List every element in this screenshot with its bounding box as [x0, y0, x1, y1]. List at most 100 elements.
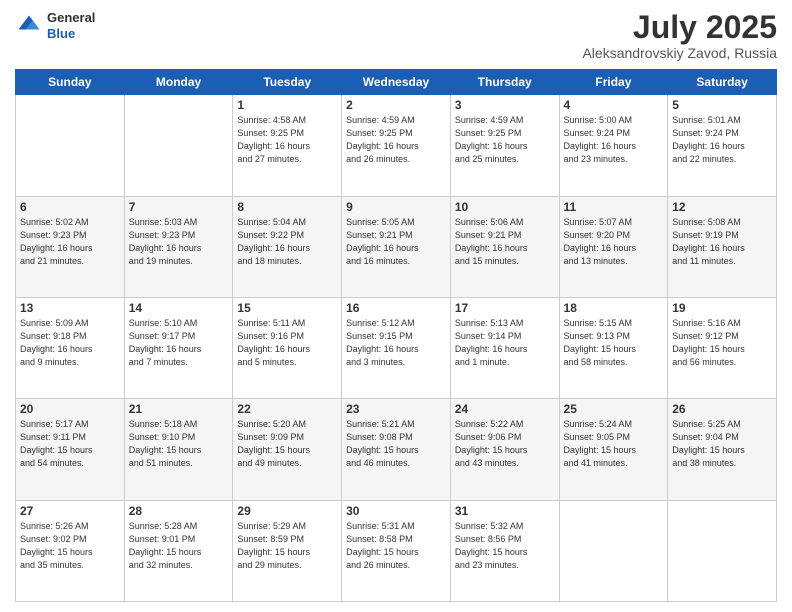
- logo-icon: [15, 12, 43, 40]
- calendar-week-1: 6Sunrise: 5:02 AM Sunset: 9:23 PM Daylig…: [16, 196, 777, 297]
- day-info: Sunrise: 5:08 AM Sunset: 9:19 PM Dayligh…: [672, 216, 772, 268]
- calendar-cell: 7 Sunrise: 5:03 AM Sunset: 9:23 PM Daylig…: [124, 196, 233, 297]
- day-number: 31: [455, 504, 555, 518]
- calendar-cell: 2 Sunrise: 4:59 AM Sunset: 9:25 PM Daylig…: [342, 95, 451, 196]
- day-number: 10: [455, 200, 555, 214]
- day-number: 18: [564, 301, 664, 315]
- calendar-week-4: 27 Sunrise: 5:26 AM Sunset: 9:02 PM Dayli…: [16, 500, 777, 601]
- calendar-week-2: 13 Sunrise: 5:09 AM Sunset: 9:18 PM Dayli…: [16, 297, 777, 398]
- header-saturday: Saturday: [668, 70, 777, 95]
- day-info: Sunrise: 5:02 AM Sunset: 9:23 PM Dayligh…: [20, 216, 120, 268]
- header-sunday: Sunday: [16, 70, 125, 95]
- day-info: Sunrise: 5:17 AM Sunset: 9:11 PM Dayligh…: [20, 418, 120, 470]
- calendar-cell: 24 Sunrise: 5:22 AM Sunset: 9:06 PM Dayli…: [450, 399, 559, 500]
- calendar-cell: 29 Sunrise: 5:29 AM Sunset: 8:59 PM Dayli…: [233, 500, 342, 601]
- header-monday: Monday: [124, 70, 233, 95]
- calendar-cell: [559, 500, 668, 601]
- calendar-week-3: 20 Sunrise: 5:17 AM Sunset: 9:11 PM Dayli…: [16, 399, 777, 500]
- calendar-cell: 23Sunrise: 5:21 AM Sunset: 9:08 PM Dayli…: [342, 399, 451, 500]
- calendar-cell: 26 Sunrise: 5:25 AM Sunset: 9:04 PM Dayli…: [668, 399, 777, 500]
- calendar-cell: 11Sunrise: 5:07 AM Sunset: 9:20 PM Dayli…: [559, 196, 668, 297]
- calendar-cell: 18Sunrise: 5:15 AM Sunset: 9:13 PM Dayli…: [559, 297, 668, 398]
- calendar-cell: 15 Sunrise: 5:11 AM Sunset: 9:16 PM Dayli…: [233, 297, 342, 398]
- day-info: Sunrise: 5:29 AM Sunset: 8:59 PM Dayligh…: [237, 520, 337, 572]
- day-info: Sunrise: 5:16 AM Sunset: 9:12 PM Dayligh…: [672, 317, 772, 369]
- header-tuesday: Tuesday: [233, 70, 342, 95]
- title-location: Aleksandrovskiy Zavod, Russia: [582, 45, 777, 61]
- day-number: 13: [20, 301, 120, 315]
- calendar-cell: 6Sunrise: 5:02 AM Sunset: 9:23 PM Daylig…: [16, 196, 125, 297]
- day-info: Sunrise: 5:10 AM Sunset: 9:17 PM Dayligh…: [129, 317, 229, 369]
- day-number: 27: [20, 504, 120, 518]
- day-info: Sunrise: 5:00 AM Sunset: 9:24 PM Dayligh…: [564, 114, 664, 166]
- day-info: Sunrise: 5:31 AM Sunset: 8:58 PM Dayligh…: [346, 520, 446, 572]
- logo-blue-text: Blue: [47, 26, 95, 42]
- day-number: 4: [564, 98, 664, 112]
- calendar-cell: 25Sunrise: 5:24 AM Sunset: 9:05 PM Dayli…: [559, 399, 668, 500]
- day-number: 25: [564, 402, 664, 416]
- day-number: 2: [346, 98, 446, 112]
- day-number: 17: [455, 301, 555, 315]
- calendar-cell: 3 Sunrise: 4:59 AM Sunset: 9:25 PM Daylig…: [450, 95, 559, 196]
- day-number: 20: [20, 402, 120, 416]
- day-info: Sunrise: 4:59 AM Sunset: 9:25 PM Dayligh…: [455, 114, 555, 166]
- day-number: 22: [237, 402, 337, 416]
- logo-general-text: General: [47, 10, 95, 26]
- day-number: 8: [237, 200, 337, 214]
- calendar-week-0: 1Sunrise: 4:58 AM Sunset: 9:25 PM Daylig…: [16, 95, 777, 196]
- header-friday: Friday: [559, 70, 668, 95]
- day-info: Sunrise: 5:07 AM Sunset: 9:20 PM Dayligh…: [564, 216, 664, 268]
- weekday-header-row: Sunday Monday Tuesday Wednesday Thursday…: [16, 70, 777, 95]
- calendar-cell: 31 Sunrise: 5:32 AM Sunset: 8:56 PM Dayli…: [450, 500, 559, 601]
- day-info: Sunrise: 5:22 AM Sunset: 9:06 PM Dayligh…: [455, 418, 555, 470]
- day-info: Sunrise: 4:59 AM Sunset: 9:25 PM Dayligh…: [346, 114, 446, 166]
- day-info: Sunrise: 5:26 AM Sunset: 9:02 PM Dayligh…: [20, 520, 120, 572]
- calendar-cell: 28Sunrise: 5:28 AM Sunset: 9:01 PM Dayli…: [124, 500, 233, 601]
- calendar-cell: 17 Sunrise: 5:13 AM Sunset: 9:14 PM Dayli…: [450, 297, 559, 398]
- day-number: 14: [129, 301, 229, 315]
- day-number: 29: [237, 504, 337, 518]
- header-thursday: Thursday: [450, 70, 559, 95]
- header: General Blue July 2025 Aleksandrovskiy Z…: [15, 10, 777, 61]
- day-info: Sunrise: 5:09 AM Sunset: 9:18 PM Dayligh…: [20, 317, 120, 369]
- day-info: Sunrise: 5:21 AM Sunset: 9:08 PM Dayligh…: [346, 418, 446, 470]
- day-number: 30: [346, 504, 446, 518]
- calendar-cell: 9 Sunrise: 5:05 AM Sunset: 9:21 PM Daylig…: [342, 196, 451, 297]
- day-number: 21: [129, 402, 229, 416]
- day-info: Sunrise: 5:20 AM Sunset: 9:09 PM Dayligh…: [237, 418, 337, 470]
- day-number: 19: [672, 301, 772, 315]
- header-wednesday: Wednesday: [342, 70, 451, 95]
- calendar-cell: 21 Sunrise: 5:18 AM Sunset: 9:10 PM Dayli…: [124, 399, 233, 500]
- day-info: Sunrise: 5:06 AM Sunset: 9:21 PM Dayligh…: [455, 216, 555, 268]
- day-info: Sunrise: 5:18 AM Sunset: 9:10 PM Dayligh…: [129, 418, 229, 470]
- day-info: Sunrise: 5:03 AM Sunset: 9:23 PM Dayligh…: [129, 216, 229, 268]
- day-number: 28: [129, 504, 229, 518]
- calendar-cell: 1Sunrise: 4:58 AM Sunset: 9:25 PM Daylig…: [233, 95, 342, 196]
- day-info: Sunrise: 5:05 AM Sunset: 9:21 PM Dayligh…: [346, 216, 446, 268]
- day-info: Sunrise: 5:13 AM Sunset: 9:14 PM Dayligh…: [455, 317, 555, 369]
- day-number: 24: [455, 402, 555, 416]
- day-info: Sunrise: 5:12 AM Sunset: 9:15 PM Dayligh…: [346, 317, 446, 369]
- calendar-cell: [16, 95, 125, 196]
- calendar-cell: 5Sunrise: 5:01 AM Sunset: 9:24 PM Daylig…: [668, 95, 777, 196]
- day-number: 3: [455, 98, 555, 112]
- calendar-cell: 8Sunrise: 5:04 AM Sunset: 9:22 PM Daylig…: [233, 196, 342, 297]
- calendar-cell: [668, 500, 777, 601]
- day-info: Sunrise: 5:32 AM Sunset: 8:56 PM Dayligh…: [455, 520, 555, 572]
- day-number: 15: [237, 301, 337, 315]
- day-number: 5: [672, 98, 772, 112]
- day-number: 9: [346, 200, 446, 214]
- calendar-cell: 20 Sunrise: 5:17 AM Sunset: 9:11 PM Dayli…: [16, 399, 125, 500]
- day-number: 26: [672, 402, 772, 416]
- logo: General Blue: [15, 10, 95, 41]
- day-info: Sunrise: 4:58 AM Sunset: 9:25 PM Dayligh…: [237, 114, 337, 166]
- calendar-cell: 4 Sunrise: 5:00 AM Sunset: 9:24 PM Daylig…: [559, 95, 668, 196]
- calendar-cell: 22 Sunrise: 5:20 AM Sunset: 9:09 PM Dayli…: [233, 399, 342, 500]
- day-number: 7: [129, 200, 229, 214]
- day-info: Sunrise: 5:11 AM Sunset: 9:16 PM Dayligh…: [237, 317, 337, 369]
- calendar-cell: 10 Sunrise: 5:06 AM Sunset: 9:21 PM Dayli…: [450, 196, 559, 297]
- logo-text: General Blue: [47, 10, 95, 41]
- title-month: July 2025: [582, 10, 777, 45]
- day-info: Sunrise: 5:25 AM Sunset: 9:04 PM Dayligh…: [672, 418, 772, 470]
- calendar-cell: 19 Sunrise: 5:16 AM Sunset: 9:12 PM Dayli…: [668, 297, 777, 398]
